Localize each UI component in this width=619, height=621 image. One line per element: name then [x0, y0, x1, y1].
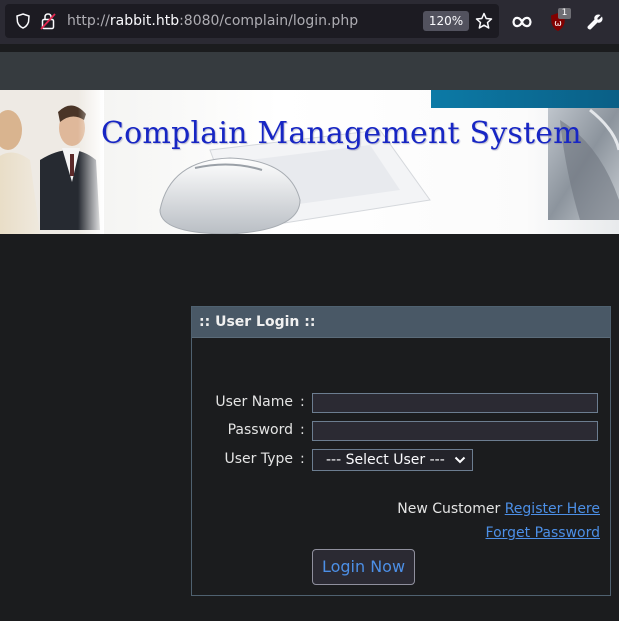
forget-row: Forget Password: [486, 525, 600, 541]
usertype-colon: :: [300, 451, 305, 467]
login-panel-header: :: User Login ::: [192, 307, 610, 338]
banner-title: Complain Management System: [101, 116, 582, 151]
username-input[interactable]: [312, 393, 598, 413]
password-input[interactable]: [312, 421, 598, 441]
usertype-selected-value: --- Select User ---: [326, 452, 445, 468]
login-now-button[interactable]: Login Now: [312, 549, 415, 585]
insecure-lock-icon[interactable]: [39, 12, 57, 30]
usertype-select[interactable]: --- Select User ---: [312, 449, 473, 471]
banner-artwork: [0, 90, 619, 234]
top-strip: [0, 52, 619, 90]
register-row: New Customer Register Here: [397, 501, 600, 517]
password-label: Password: [227, 422, 293, 438]
url-host: rabbit.htb: [109, 13, 180, 29]
header-banner: Complain Management System: [0, 90, 619, 234]
forget-password-link[interactable]: Forget Password: [486, 525, 600, 541]
url-scheme: http://: [67, 13, 110, 29]
extension-badge: 1: [558, 8, 571, 19]
url-text[interactable]: http://rabbit.htb:8080/complain/login.ph…: [67, 4, 358, 38]
url-path: :8080/complain/login.php: [179, 13, 359, 29]
usertype-label: User Type: [224, 451, 293, 467]
browser-toolbar: http://rabbit.htb:8080/complain/login.ph…: [0, 0, 619, 44]
new-customer-text: New Customer: [397, 501, 501, 517]
svg-text:ω: ω: [554, 19, 562, 29]
page-content: Complain Management System :: User Login…: [0, 44, 619, 621]
bookmark-star-icon[interactable]: [475, 12, 493, 30]
password-colon: :: [300, 422, 305, 438]
wrench-icon[interactable]: [585, 12, 605, 32]
chevron-down-icon: [454, 450, 466, 470]
private-mask-icon[interactable]: [511, 12, 533, 32]
username-colon: :: [300, 394, 305, 410]
zoom-level-button[interactable]: 120%: [423, 11, 469, 31]
username-label: User Name: [215, 394, 293, 410]
login-panel: :: User Login :: User Name : Password : …: [191, 306, 611, 596]
tracking-protection-shield-icon[interactable]: [14, 12, 32, 30]
address-bar[interactable]: http://rabbit.htb:8080/complain/login.ph…: [5, 4, 499, 38]
register-link[interactable]: Register Here: [505, 501, 600, 517]
